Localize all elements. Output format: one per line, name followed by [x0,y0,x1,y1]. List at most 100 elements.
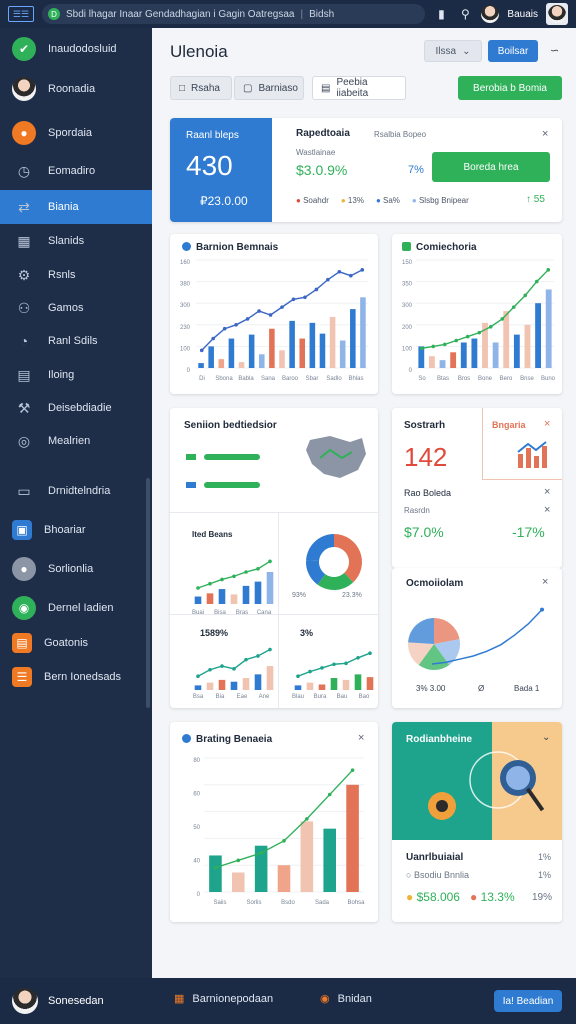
tab-rsaha[interactable]: □ Rsaha [170,76,232,100]
bottom-link-1[interactable]: ▦ Barnionepodaan [174,992,273,1006]
trend-indicator: ↑ 55 [526,194,545,205]
file-icon: □ [179,82,186,94]
tick-label: 80 [193,758,200,764]
tab-peebia[interactable]: ▤ Peebia iiabeita [312,76,406,100]
sidebar-item-11[interactable]: ◎ Mealrien [0,424,152,458]
line-point [523,293,528,298]
sidebar-item-7[interactable]: ⚇ Gamos [0,291,152,325]
sidebar-item-2[interactable]: ● Spordaia [0,116,152,150]
bar [329,316,336,368]
tick-label: Bsa [193,694,204,700]
tick-label: Bisa [214,610,226,616]
close-icon[interactable]: × [544,486,550,498]
filter-dropdown[interactable]: Ilssa ⌄ [424,40,482,62]
sidebar-item-label: Deisebdiadie [48,402,112,414]
bar [503,311,510,368]
tick-label: Sadlo [326,376,342,382]
bottom-user-name: Sonesedan [48,995,104,1007]
target-icon: ◎ [17,432,31,449]
radio-icon[interactable]: ○ [406,870,414,880]
line-point [291,297,296,302]
tick-label: 150 [402,260,413,266]
tick-label: Btas [437,376,449,382]
user-avatar[interactable] [481,5,500,23]
green-action-button[interactable]: Berobia b Bomia [458,76,562,100]
profile-icon[interactable] [546,3,568,25]
search-icon[interactable]: ⚲ [457,7,473,21]
tick-label: Baroo [282,376,299,382]
report-action-button[interactable]: Boreda hrea [432,152,550,182]
sidebar-item-5[interactable]: ▦ Slanids [0,224,152,258]
sidebar-item-9[interactable]: ▤ Iloing [0,358,152,392]
tick-label: Bao [359,694,370,700]
sidebar-item-15[interactable]: ◉ Dernel Iadien [0,591,152,625]
sidebar-item-4[interactable]: ⇄ Biania [0,190,152,224]
segmentation-card: Seniion bedtiedsior Ited Beans Buai Bisa B… [170,408,378,708]
map-icon [306,436,366,478]
tick-label: 100 [402,346,413,352]
bar [366,677,374,690]
sidebar-item-3[interactable]: ◷ Eomadiro [0,154,152,188]
tab-barniaso[interactable]: ▢ Barniaso [234,76,304,100]
report-sub: Wastlainae [296,148,336,157]
sidebar-item-label: Sorlionlia [48,563,94,575]
people-icon: ⚇ [17,299,31,316]
line-point [314,287,319,292]
filter-dropdown-label: Ilssa [435,45,457,57]
tick-label: Bero [500,376,513,382]
line-point [500,317,505,321]
stat-value: 142 [404,442,448,472]
sidebar-item-6[interactable]: ⚙ Rsnls [0,258,152,292]
sidebar-item-label: Bhoariar [44,524,86,536]
orange-list-icon: ☰ [12,667,32,687]
close-icon[interactable]: × [542,576,548,588]
sidebar-item-1[interactable]: Roonadia [0,72,152,106]
sidebar-item-label: Gamos [48,302,84,314]
bar [209,855,222,892]
tick-label: Ane [259,694,270,700]
sidebar-item-16[interactable]: ▤ Goatonis [0,626,152,660]
tick-label: 0 [197,892,201,898]
sub-chart-1: Buai Bisa Bras Cana [192,559,274,616]
line-point [211,336,215,341]
sidebar-item-10[interactable]: ⚒ Deisebdiadie [0,391,152,425]
close-icon[interactable]: × [542,128,548,140]
donut-label-2: 23.3% [342,592,362,599]
chart-spark-icon [517,441,547,468]
app-logo-icon[interactable]: ☰☰ [8,6,34,22]
bottom-user[interactable]: Sonesedan [12,988,104,1014]
sidebar-item-label: Spordaia [48,127,93,139]
sidebar-item-14[interactable]: ● Sorlionlia [0,552,152,586]
bar [354,674,362,690]
sidebar-item-8[interactable]: ◔ Ranl Sdils [0,324,152,358]
primary-button[interactable]: Boilsar [488,40,538,62]
sidebar-item-17[interactable]: ☰ Bern Ionedsads [0,660,152,694]
sidebar-item-12[interactable]: ▭ Drnidtelndria [0,474,152,508]
share-icon[interactable]: ∽ [550,44,559,57]
bar [218,589,226,604]
bottom-link-2[interactable]: ◉ Bnidan [320,992,372,1006]
promo-card: Rodianbheine ⌄ Uanrlbuiaial 1% ○ Bsodiu … [392,722,562,922]
legend-dot-icon: ● [411,196,419,205]
site-badge-icon: D [48,8,60,20]
tick-label: Eae [237,694,248,700]
bar [254,674,262,690]
wrench-icon: ⚒ [17,399,31,416]
lock-icon[interactable]: ▮ [433,7,449,21]
sidebar-item-13[interactable]: ▣ Bhoariar [0,513,152,547]
close-icon[interactable]: × [544,504,550,516]
progress-marker-green [186,454,196,460]
sidebar-item-0[interactable]: ✔ Inaudodosluid [0,32,152,66]
line-point [282,839,286,843]
user-name[interactable]: Bauais [507,9,538,20]
report-percent: 7% [408,164,424,176]
tick-label: Buno [541,376,556,382]
tick-label: Bsdo [281,900,295,906]
tick-label: 230 [180,325,191,331]
bottom-action-button[interactable]: Ia! Beadian [494,990,562,1012]
address-bar[interactable]: D Sbdi lhagar Inaar Gendadhagian i Gagin… [42,4,426,24]
line-point [208,667,212,672]
close-icon[interactable]: × [544,418,550,430]
address-text: Sbdi lhagar Inaar Gendadhagian i Gagin O… [66,8,295,20]
tick-label: Bia [216,694,225,700]
